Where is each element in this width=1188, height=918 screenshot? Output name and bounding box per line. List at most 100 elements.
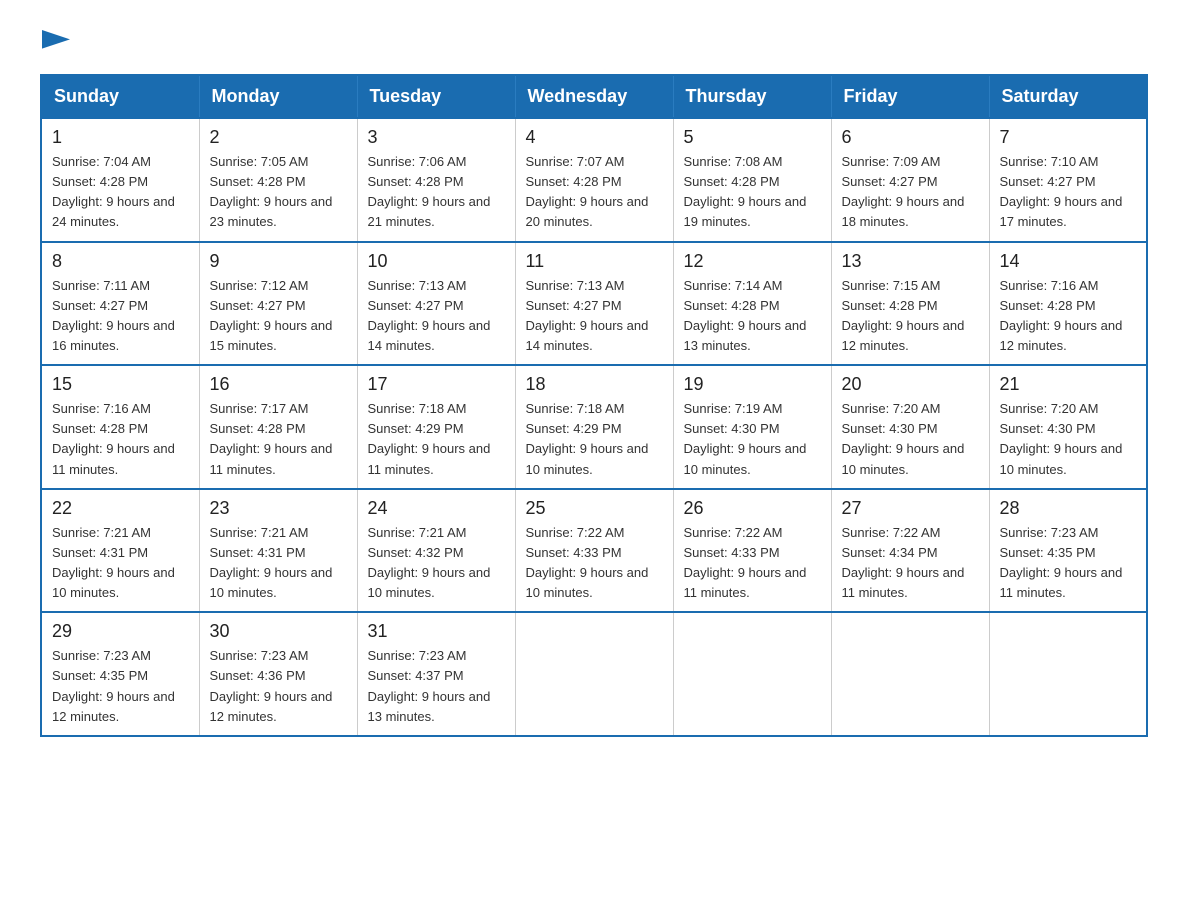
- calendar-body: 1Sunrise: 7:04 AMSunset: 4:28 PMDaylight…: [41, 118, 1147, 736]
- day-number: 6: [842, 127, 979, 148]
- calendar-cell: 11Sunrise: 7:13 AMSunset: 4:27 PMDayligh…: [515, 242, 673, 366]
- calendar-header: SundayMondayTuesdayWednesdayThursdayFrid…: [41, 75, 1147, 118]
- day-number: 22: [52, 498, 189, 519]
- calendar-cell: 17Sunrise: 7:18 AMSunset: 4:29 PMDayligh…: [357, 365, 515, 489]
- calendar-cell: 1Sunrise: 7:04 AMSunset: 4:28 PMDaylight…: [41, 118, 199, 242]
- calendar-cell: 20Sunrise: 7:20 AMSunset: 4:30 PMDayligh…: [831, 365, 989, 489]
- calendar-cell: 21 Sunrise: 7:20 AMSunset: 4:30 PMDayligh…: [989, 365, 1147, 489]
- calendar-cell: 8 Sunrise: 7:11 AMSunset: 4:27 PMDaylight…: [41, 242, 199, 366]
- day-info: Sunrise: 7:18 AMSunset: 4:29 PMDaylight:…: [526, 399, 663, 480]
- day-number: 7: [1000, 127, 1137, 148]
- day-number: 16: [210, 374, 347, 395]
- calendar-cell: 28 Sunrise: 7:23 AMSunset: 4:35 PMDayligh…: [989, 489, 1147, 613]
- calendar-cell: 24 Sunrise: 7:21 AMSunset: 4:32 PMDayligh…: [357, 489, 515, 613]
- calendar-cell: [989, 612, 1147, 736]
- day-number: 2: [210, 127, 347, 148]
- calendar-cell: [673, 612, 831, 736]
- page-header: [40, 30, 1148, 54]
- day-number: 5: [684, 127, 821, 148]
- day-number: 18: [526, 374, 663, 395]
- logo-triangle-icon: [42, 30, 70, 58]
- header-friday: Friday: [831, 75, 989, 118]
- calendar-table: SundayMondayTuesdayWednesdayThursdayFrid…: [40, 74, 1148, 737]
- day-info: Sunrise: 7:16 AMSunset: 4:28 PMDaylight:…: [1000, 276, 1137, 357]
- calendar-cell: 31 Sunrise: 7:23 AMSunset: 4:37 PMDayligh…: [357, 612, 515, 736]
- calendar-cell: 29 Sunrise: 7:23 AMSunset: 4:35 PMDayligh…: [41, 612, 199, 736]
- day-info: Sunrise: 7:20 AMSunset: 4:30 PMDaylight:…: [842, 399, 979, 480]
- day-info: Sunrise: 7:08 AMSunset: 4:28 PMDaylight:…: [684, 152, 821, 233]
- day-info: Sunrise: 7:23 AMSunset: 4:35 PMDaylight:…: [1000, 523, 1137, 604]
- day-number: 9: [210, 251, 347, 272]
- calendar-cell: 7 Sunrise: 7:10 AMSunset: 4:27 PMDaylight…: [989, 118, 1147, 242]
- day-info: Sunrise: 7:23 AMSunset: 4:37 PMDaylight:…: [368, 646, 505, 727]
- day-number: 30: [210, 621, 347, 642]
- calendar-cell: 5 Sunrise: 7:08 AMSunset: 4:28 PMDaylight…: [673, 118, 831, 242]
- day-number: 23: [210, 498, 347, 519]
- week-row-1: 1Sunrise: 7:04 AMSunset: 4:28 PMDaylight…: [41, 118, 1147, 242]
- day-number: 24: [368, 498, 505, 519]
- calendar-cell: 9 Sunrise: 7:12 AMSunset: 4:27 PMDaylight…: [199, 242, 357, 366]
- day-info: Sunrise: 7:22 AMSunset: 4:33 PMDaylight:…: [684, 523, 821, 604]
- day-info: Sunrise: 7:22 AMSunset: 4:34 PMDaylight:…: [842, 523, 979, 604]
- header-tuesday: Tuesday: [357, 75, 515, 118]
- day-info: Sunrise: 7:20 AMSunset: 4:30 PMDaylight:…: [1000, 399, 1137, 480]
- day-info: Sunrise: 7:12 AMSunset: 4:27 PMDaylight:…: [210, 276, 347, 357]
- calendar-cell: 22 Sunrise: 7:21 AMSunset: 4:31 PMDayligh…: [41, 489, 199, 613]
- day-number: 13: [842, 251, 979, 272]
- day-info: Sunrise: 7:21 AMSunset: 4:32 PMDaylight:…: [368, 523, 505, 604]
- day-info: Sunrise: 7:16 AMSunset: 4:28 PMDaylight:…: [52, 399, 189, 480]
- logo: [40, 30, 70, 54]
- calendar-cell: [515, 612, 673, 736]
- day-header-row: SundayMondayTuesdayWednesdayThursdayFrid…: [41, 75, 1147, 118]
- day-info: Sunrise: 7:15 AMSunset: 4:28 PMDaylight:…: [842, 276, 979, 357]
- calendar-cell: 10Sunrise: 7:13 AMSunset: 4:27 PMDayligh…: [357, 242, 515, 366]
- calendar-cell: 25 Sunrise: 7:22 AMSunset: 4:33 PMDayligh…: [515, 489, 673, 613]
- calendar-cell: 6Sunrise: 7:09 AMSunset: 4:27 PMDaylight…: [831, 118, 989, 242]
- day-info: Sunrise: 7:06 AMSunset: 4:28 PMDaylight:…: [368, 152, 505, 233]
- day-info: Sunrise: 7:18 AMSunset: 4:29 PMDaylight:…: [368, 399, 505, 480]
- day-info: Sunrise: 7:23 AMSunset: 4:35 PMDaylight:…: [52, 646, 189, 727]
- week-row-5: 29 Sunrise: 7:23 AMSunset: 4:35 PMDayligh…: [41, 612, 1147, 736]
- header-saturday: Saturday: [989, 75, 1147, 118]
- logo-text: [40, 30, 70, 54]
- header-wednesday: Wednesday: [515, 75, 673, 118]
- day-number: 25: [526, 498, 663, 519]
- day-info: Sunrise: 7:21 AMSunset: 4:31 PMDaylight:…: [210, 523, 347, 604]
- header-sunday: Sunday: [41, 75, 199, 118]
- header-thursday: Thursday: [673, 75, 831, 118]
- calendar-cell: 16 Sunrise: 7:17 AMSunset: 4:28 PMDayligh…: [199, 365, 357, 489]
- calendar-cell: 18 Sunrise: 7:18 AMSunset: 4:29 PMDayligh…: [515, 365, 673, 489]
- calendar-cell: 2Sunrise: 7:05 AMSunset: 4:28 PMDaylight…: [199, 118, 357, 242]
- calendar-cell: 23 Sunrise: 7:21 AMSunset: 4:31 PMDayligh…: [199, 489, 357, 613]
- day-number: 19: [684, 374, 821, 395]
- day-number: 27: [842, 498, 979, 519]
- day-number: 14: [1000, 251, 1137, 272]
- day-info: Sunrise: 7:21 AMSunset: 4:31 PMDaylight:…: [52, 523, 189, 604]
- calendar-cell: 26 Sunrise: 7:22 AMSunset: 4:33 PMDayligh…: [673, 489, 831, 613]
- day-info: Sunrise: 7:13 AMSunset: 4:27 PMDaylight:…: [368, 276, 505, 357]
- day-info: Sunrise: 7:11 AMSunset: 4:27 PMDaylight:…: [52, 276, 189, 357]
- day-info: Sunrise: 7:17 AMSunset: 4:28 PMDaylight:…: [210, 399, 347, 480]
- header-monday: Monday: [199, 75, 357, 118]
- day-number: 3: [368, 127, 505, 148]
- calendar-cell: 15 Sunrise: 7:16 AMSunset: 4:28 PMDayligh…: [41, 365, 199, 489]
- day-number: 31: [368, 621, 505, 642]
- calendar-cell: 30 Sunrise: 7:23 AMSunset: 4:36 PMDayligh…: [199, 612, 357, 736]
- day-number: 4: [526, 127, 663, 148]
- day-number: 28: [1000, 498, 1137, 519]
- day-number: 12: [684, 251, 821, 272]
- calendar-cell: 13 Sunrise: 7:15 AMSunset: 4:28 PMDayligh…: [831, 242, 989, 366]
- day-number: 8: [52, 251, 189, 272]
- day-info: Sunrise: 7:10 AMSunset: 4:27 PMDaylight:…: [1000, 152, 1137, 233]
- day-info: Sunrise: 7:23 AMSunset: 4:36 PMDaylight:…: [210, 646, 347, 727]
- day-number: 29: [52, 621, 189, 642]
- day-number: 26: [684, 498, 821, 519]
- day-info: Sunrise: 7:19 AMSunset: 4:30 PMDaylight:…: [684, 399, 821, 480]
- day-info: Sunrise: 7:22 AMSunset: 4:33 PMDaylight:…: [526, 523, 663, 604]
- calendar-cell: 14 Sunrise: 7:16 AMSunset: 4:28 PMDayligh…: [989, 242, 1147, 366]
- day-number: 15: [52, 374, 189, 395]
- calendar-cell: 4Sunrise: 7:07 AMSunset: 4:28 PMDaylight…: [515, 118, 673, 242]
- day-number: 21: [1000, 374, 1137, 395]
- day-info: Sunrise: 7:13 AMSunset: 4:27 PMDaylight:…: [526, 276, 663, 357]
- calendar-cell: 19 Sunrise: 7:19 AMSunset: 4:30 PMDayligh…: [673, 365, 831, 489]
